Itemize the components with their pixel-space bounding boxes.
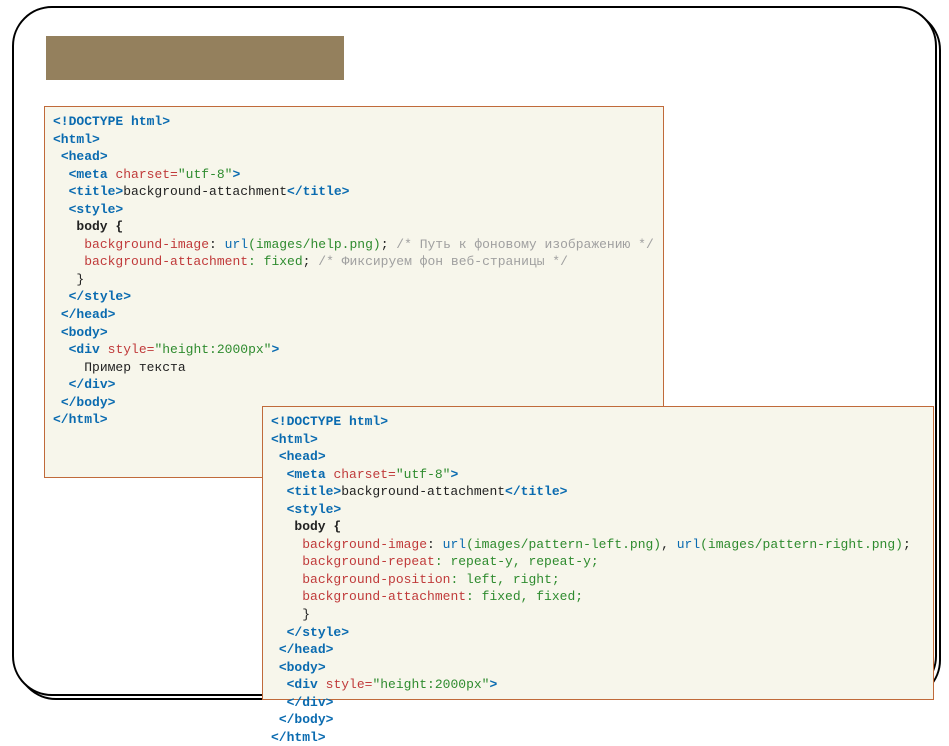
c1-style-open: <style> [69, 202, 124, 217]
c1-head-close: </head> [61, 307, 116, 322]
c2-body-open: <body> [279, 660, 326, 675]
c2-meta-val: "utf-8" [396, 467, 451, 482]
c2-bgimg-semi: ; [903, 537, 911, 552]
c1-bgimg-colon: : [209, 237, 225, 252]
code-example-2: <!DOCTYPE html> <html> <head> <meta chars… [262, 406, 934, 700]
c2-html-close: </html> [271, 730, 326, 745]
c1-meta-attr: charset= [115, 167, 177, 182]
c2-bgimg-prop: background-image [302, 537, 427, 552]
c1-body-sel: body { [76, 219, 123, 234]
c1-meta-close: > [232, 167, 240, 182]
c2-meta-attr: charset= [333, 467, 395, 482]
c2-bgatt-val: : fixed, fixed; [466, 589, 583, 604]
c2-body-close: </body> [279, 712, 334, 727]
c2-div-val: "height:2000px" [372, 677, 489, 692]
c1-body-close: </body> [61, 395, 116, 410]
c2-html-open: <html> [271, 432, 318, 447]
c1-bgimg-semi: ; [381, 237, 389, 252]
c1-title-close: </title> [287, 184, 349, 199]
c1-meta-open: <meta [69, 167, 108, 182]
c1-bgimg-prop: background-image [84, 237, 209, 252]
c2-bgatt-prop: background-attachment [302, 589, 466, 604]
c2-bgimg-url2b: (images/pattern-right.png) [700, 537, 903, 552]
c2-bgrep-prop: background-repeat [302, 554, 435, 569]
c1-bgimg-url-b: (images/help.png) [248, 237, 381, 252]
c2-style-open: <style> [287, 502, 342, 517]
c2-meta-open: <meta [287, 467, 326, 482]
c2-meta-close: > [450, 467, 458, 482]
slide-frame: <!DOCTYPE html> <html> <head> <meta chars… [12, 6, 937, 696]
c2-bgpos-val: : left, right; [450, 572, 559, 587]
c1-bgatt-cmt: /* Фиксируем фон веб-страницы */ [310, 254, 567, 269]
c1-body-open: <body> [61, 325, 108, 340]
c1-head-open: <head> [61, 149, 108, 164]
c2-bgrep-val: : repeat-y, repeat-y; [435, 554, 599, 569]
c1-bgatt-val: : fixed [248, 254, 303, 269]
c2-title-text: background-attachment [341, 484, 505, 499]
c1-div-end: </div> [69, 377, 116, 392]
c2-head-close: </head> [279, 642, 334, 657]
c2-bgimg-url2a: url [677, 537, 700, 552]
c2-title-open: <title> [287, 484, 342, 499]
c1-brace-close: } [76, 272, 84, 287]
c2-bgimg-url1b: (images/pattern-left.png) [466, 537, 661, 552]
c2-bgpos-prop: background-position [302, 572, 450, 587]
c1-html-open: <html> [53, 132, 100, 147]
c1-html-close: </html> [53, 412, 108, 427]
c2-head-open: <head> [279, 449, 326, 464]
c2-div-close: > [489, 677, 497, 692]
c1-div-val: "height:2000px" [154, 342, 271, 357]
c1-title-open: <title> [69, 184, 124, 199]
c1-div-open: <div [69, 342, 100, 357]
c2-bgimg-comma: , [661, 537, 677, 552]
c1-div-attr: style= [108, 342, 155, 357]
c2-title-close: </title> [505, 484, 567, 499]
c1-title-text: background-attachment [123, 184, 287, 199]
c1-doctype: <!DOCTYPE html> [53, 114, 170, 129]
c1-div-close: > [271, 342, 279, 357]
c1-bgatt-prop: background-attachment [84, 254, 248, 269]
c1-meta-val: "utf-8" [178, 167, 233, 182]
c2-div-open: <div [287, 677, 318, 692]
c2-doctype: <!DOCTYPE html> [271, 414, 388, 429]
c2-body-sel: body { [294, 519, 341, 534]
c2-brace-close: } [302, 607, 310, 622]
c2-div-attr: style= [326, 677, 373, 692]
c1-bgimg-url-a: url [225, 237, 248, 252]
c1-bgimg-cmt: /* Путь к фоновому изображению */ [389, 237, 654, 252]
c2-style-close: </style> [287, 625, 349, 640]
c1-style-close: </style> [69, 289, 131, 304]
c2-bgimg-colon: : [427, 537, 443, 552]
c2-bgimg-url1a: url [443, 537, 466, 552]
c1-div-text: Пример текста [84, 360, 185, 375]
slide-container: <!DOCTYPE html> <html> <head> <meta chars… [0, 0, 949, 708]
title-bar [46, 36, 344, 80]
